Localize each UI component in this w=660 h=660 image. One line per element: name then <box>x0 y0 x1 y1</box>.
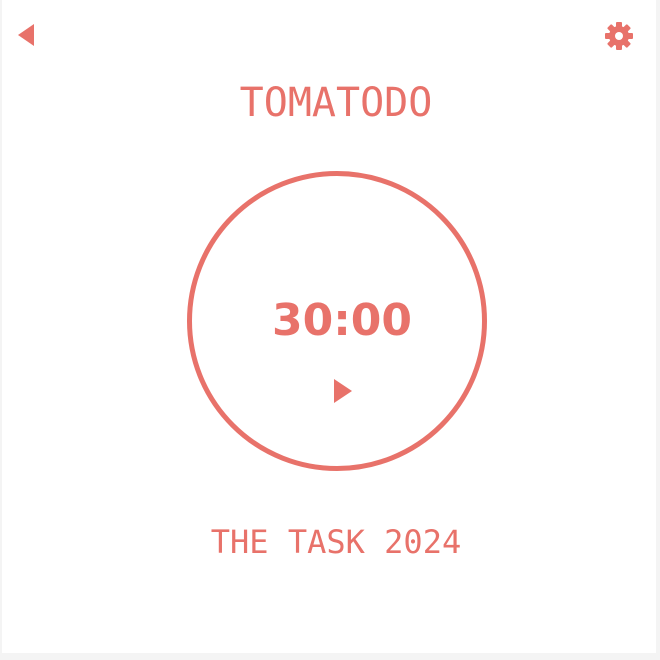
settings-button[interactable] <box>604 21 634 51</box>
time-display: 30:00 <box>271 295 413 346</box>
back-arrow-icon <box>18 24 34 46</box>
app-title: TOMATODO <box>239 80 433 126</box>
task-name: THE TASK 2024 <box>210 523 462 561</box>
play-button[interactable] <box>332 378 354 404</box>
timer-circle: 30:00 <box>187 171 487 471</box>
gear-icon <box>605 22 633 50</box>
play-icon <box>334 379 352 403</box>
back-button[interactable] <box>16 23 36 47</box>
timer-screen: TOMATODO 30:00 THE TASK 2024 <box>2 0 656 653</box>
